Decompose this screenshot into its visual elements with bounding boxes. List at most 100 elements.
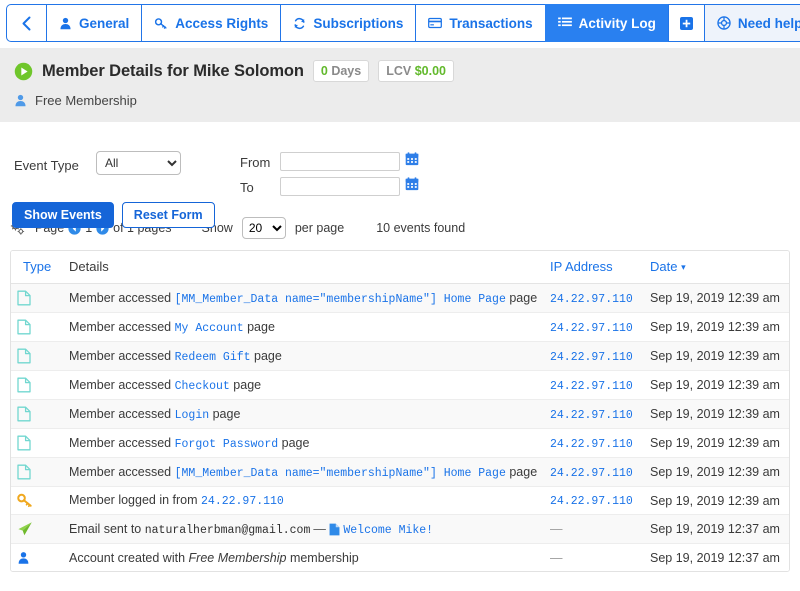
days-value: 0 <box>320 64 328 78</box>
cell-date: Sep 19, 2019 12:39 am <box>644 283 789 313</box>
column-header-details: Details <box>63 251 544 284</box>
calendar-icon-from[interactable] <box>405 152 419 171</box>
lifebuoy-icon <box>717 16 731 30</box>
tab-need-help[interactable]: Need help? <box>703 4 800 42</box>
cell-type <box>11 457 63 487</box>
tab-access-rights[interactable]: Access Rights <box>141 4 281 42</box>
tab-activity-log[interactable]: Activity Log <box>544 4 668 42</box>
per-page-select[interactable]: 20 <box>241 217 286 239</box>
page-title: Member Details for Mike Solomon <box>42 61 304 80</box>
detail-suffix: page <box>278 435 310 450</box>
event-type-select[interactable]: All <box>96 151 181 175</box>
sort-caret-icon: ▾ <box>681 262 686 272</box>
cell-details: Member accessed [MM_Member_Data name="me… <box>63 457 544 487</box>
to-date-input[interactable] <box>280 177 400 196</box>
detail-suffix: page <box>229 377 262 392</box>
cell-details: Member accessed Checkout page <box>63 370 544 400</box>
ip-address-link[interactable]: 24.22.97.110 <box>550 380 633 393</box>
tab-transactions[interactable]: Transactions <box>415 4 545 42</box>
form-buttons: Show Events Reset Form <box>12 202 215 228</box>
activity-log-table-wrapper: Type Details IP Address Date ▾ Member ac… <box>10 250 790 572</box>
tab-general-label: General <box>79 15 130 31</box>
calendar-icon-to[interactable] <box>405 177 419 196</box>
add-tab-button[interactable] <box>667 4 704 42</box>
person-icon <box>14 94 27 107</box>
detail-prefix: Email sent to <box>69 521 145 536</box>
activity-log-table: Type Details IP Address Date ▾ Member ac… <box>11 251 789 571</box>
show-events-button[interactable]: Show Events <box>12 202 114 228</box>
table-header-row: Type Details IP Address Date ▾ <box>11 251 789 284</box>
lcv-badge: LCV $0.00 <box>378 60 454 82</box>
cell-type <box>11 543 63 571</box>
ip-address-link[interactable]: 24.22.97.110 <box>550 495 633 508</box>
detail-prefix: Member accessed <box>69 319 175 334</box>
back-button[interactable] <box>6 4 46 42</box>
lcv-value: $0.00 <box>414 64 446 78</box>
ip-address-link[interactable]: 24.22.97.110 <box>550 467 633 480</box>
column-header-ip[interactable]: IP Address <box>544 251 644 284</box>
cell-details: Member accessed My Account page <box>63 312 544 342</box>
detail-email: naturalherbman@gmail.com <box>144 523 311 537</box>
events-found-count: 10 events found <box>376 221 466 235</box>
detail-prefix: Account created with <box>69 550 189 565</box>
column-header-type[interactable]: Type <box>11 251 63 284</box>
days-label: Days <box>331 64 362 78</box>
tab-bar: General Access Rights Subscriptions Tran… <box>6 4 800 42</box>
document-icon <box>17 464 31 480</box>
membership-name: Free Membership <box>35 93 137 108</box>
ip-address-link[interactable]: 24.22.97.110 <box>550 438 633 451</box>
detail-membership: Free Membership <box>188 550 287 565</box>
cell-date: Sep 19, 2019 12:39 am <box>644 486 789 516</box>
person-icon <box>17 551 30 565</box>
cell-type <box>11 399 63 429</box>
detail-prefix: Member logged in from <box>69 493 202 508</box>
event-type-label: Event Type <box>14 158 79 173</box>
table-row: Member logged in from 24.22.97.110 24.22.… <box>11 486 789 516</box>
detail-page-name[interactable]: Login <box>175 409 210 422</box>
detail-page-name[interactable]: [MM_Member_Data name="membershipName"] H… <box>175 467 506 480</box>
ip-address-link[interactable]: 24.22.97.110 <box>550 351 633 364</box>
tab-subscriptions[interactable]: Subscriptions <box>280 4 416 42</box>
list-icon <box>557 17 572 29</box>
cell-ip: 24.22.97.110 <box>544 341 644 371</box>
ip-address-link[interactable]: 24.22.97.110 <box>550 322 633 335</box>
table-row: Account created with Free Membership mem… <box>11 543 789 571</box>
table-row: Member accessed Redeem Gift page 24.22.97… <box>11 341 789 371</box>
ip-address-link[interactable]: 24.22.97.110 <box>550 293 633 306</box>
detail-page-name[interactable]: [MM_Member_Data name="membershipName"] H… <box>175 293 506 306</box>
detail-separator: — <box>313 521 326 536</box>
chevron-left-icon <box>21 16 32 31</box>
cell-type <box>11 341 63 371</box>
detail-page-name[interactable]: Checkout <box>175 380 230 393</box>
cell-date: Sep 19, 2019 12:39 am <box>644 370 789 400</box>
column-header-date[interactable]: Date ▾ <box>644 251 789 284</box>
cell-ip: 24.22.97.110 <box>544 486 644 516</box>
tab-general[interactable]: General <box>46 4 142 42</box>
detail-page-name[interactable]: 24.22.97.110 <box>201 495 284 508</box>
ip-empty: — <box>550 550 563 565</box>
table-row: Member accessed My Account page 24.22.97.… <box>11 312 789 342</box>
from-date-input[interactable] <box>280 152 400 171</box>
reset-form-button[interactable]: Reset Form <box>121 202 215 228</box>
cell-type <box>11 428 63 458</box>
membership-row: Free Membership <box>14 93 786 108</box>
ip-address-link[interactable]: 24.22.97.110 <box>550 409 633 422</box>
detail-email-subject[interactable]: Welcome Mike! <box>343 524 433 537</box>
detail-suffix: membership <box>286 550 359 565</box>
cell-ip: 24.22.97.110 <box>544 370 644 400</box>
column-header-date-label: Date <box>650 259 678 274</box>
cell-ip: 24.22.97.110 <box>544 428 644 458</box>
detail-page-name[interactable]: Forgot Password <box>175 438 279 451</box>
cell-date: Sep 19, 2019 12:37 am <box>644 543 789 571</box>
detail-suffix: page <box>505 290 538 305</box>
tab-subscriptions-label: Subscriptions <box>313 15 404 31</box>
detail-page-name[interactable]: My Account <box>175 322 244 335</box>
detail-prefix: Member accessed <box>69 377 175 392</box>
days-badge: 0 Days <box>312 60 370 82</box>
cell-type <box>11 312 63 342</box>
per-page-label: per page <box>294 221 345 235</box>
document-icon <box>17 406 31 422</box>
table-body: Member accessed [MM_Member_Data name="me… <box>11 283 789 571</box>
detail-page-name[interactable]: Redeem Gift <box>175 351 251 364</box>
from-label: From <box>240 155 271 170</box>
